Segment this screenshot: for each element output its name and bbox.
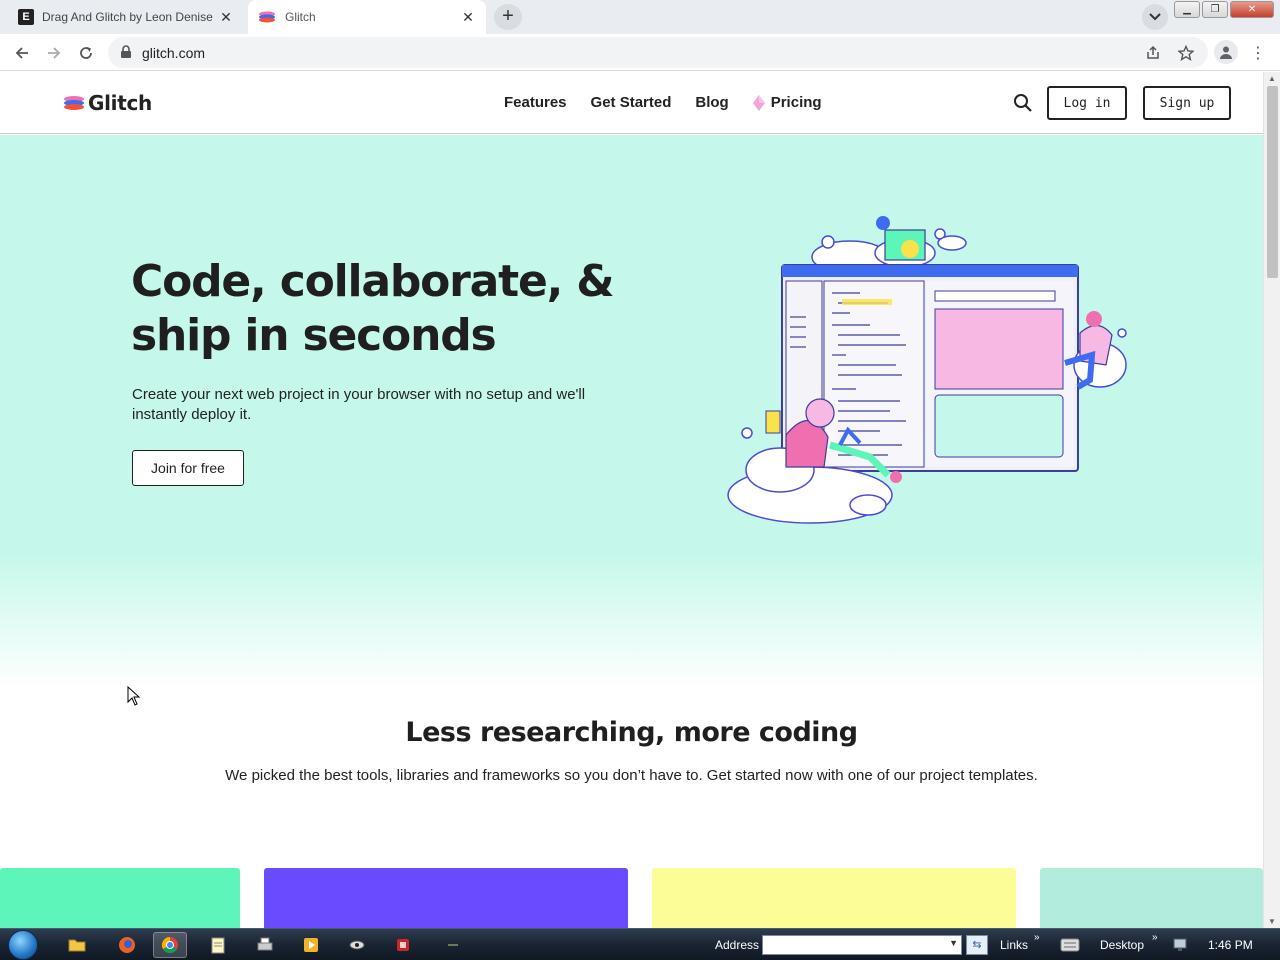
taskbar-app-red[interactable] [386,932,420,958]
nav-features[interactable]: Features [504,94,567,111]
back-button[interactable] [11,42,33,64]
browser-menu-button[interactable]: ⋮ [1250,43,1266,63]
bookmark-star-icon[interactable] [1178,45,1194,61]
taskbar-address-input[interactable]: ▼ [762,935,962,955]
hero-illustration [727,216,1127,524]
templates-section-subtitle: We picked the best tools, libraries and … [225,767,1038,784]
gem-icon [752,94,765,111]
taskbar-explorer[interactable] [60,932,94,958]
os-taskbar: Address ▼ ⇆ Links » Desktop » 1:46 PM [0,928,1280,960]
nav-pricing-label: Pricing [770,94,822,111]
red-app-icon [397,939,409,951]
taskbar-address-label: Address [715,938,760,952]
logo-text: Glitch [88,91,152,115]
main-nav: Features Get Started Blog Pricing [504,94,846,111]
hero-title: Code, collaborate, & ship in seconds [131,255,651,363]
small-app-icon [448,944,458,946]
printer-icon [257,937,273,951]
dropdown-arrow-icon[interactable]: ▼ [949,938,958,948]
tab-title: Glitch [285,10,316,24]
minimize-button[interactable]: ▁ [1174,1,1200,18]
browser-toolbar: glitch.com ⋮ [0,34,1280,71]
scroll-up-arrow-icon[interactable]: ▲ [1268,74,1276,83]
chevron-right-icon[interactable]: » [1034,932,1040,943]
share-icon[interactable] [1145,45,1161,61]
page-scrollbar[interactable]: ▲ ▼ [1263,72,1280,928]
notepad-icon [211,937,225,954]
tab-search-button[interactable] [1142,4,1168,30]
site-header: Glitch Features Get Started Blog Pricing… [0,72,1263,134]
mouse-cursor-icon [127,686,141,706]
signup-button[interactable]: Sign up [1143,86,1231,120]
hero-section: Code, collaborate, & ship in seconds Cre… [0,135,1263,690]
chevron-right-icon[interactable]: » [1152,932,1158,943]
hero-title-line1: Code, collaborate, & [131,256,615,307]
close-tab-icon[interactable]: ✕ [460,9,476,26]
eye-icon [349,940,365,950]
hero-subtitle: Create your next web project in your bro… [132,386,586,423]
glitch-favicon-icon [259,11,275,23]
browser-tab-strip: E Drag And Glitch by Leon Denise ✕ Glitc… [0,0,1280,34]
reload-button[interactable] [75,42,97,64]
reload-icon [80,47,92,59]
new-tab-button[interactable]: + [494,4,522,30]
firefox-icon [119,937,135,953]
login-button[interactable]: Log in [1047,86,1127,120]
taskbar-links-label[interactable]: Links [1000,938,1028,952]
template-card[interactable] [1040,868,1263,928]
taskbar-clock[interactable]: 1:46 PM [1208,938,1253,952]
lock-icon[interactable] [120,45,132,59]
arrow-right-icon [48,47,61,59]
template-card[interactable] [264,868,628,928]
tab-title: Drag And Glitch by Leon Denise [42,10,213,24]
address-bar[interactable]: glitch.com [108,37,1208,68]
close-window-button[interactable]: ✕ [1230,1,1274,18]
start-button[interactable] [8,930,38,960]
nav-pricing[interactable]: Pricing [752,94,822,111]
nav-get-started[interactable]: Get Started [591,94,672,111]
taskbar-go-button[interactable]: ⇆ [966,935,988,955]
window-controls: ▁ ❐ ✕ [1174,1,1274,18]
glitch-logo-icon [64,96,84,110]
scrollbar-thumb[interactable] [1267,86,1278,278]
taskbar-media[interactable] [294,932,328,958]
page-viewport: Glitch Features Get Started Blog Pricing… [0,72,1280,928]
browser-tab-active[interactable]: Glitch ✕ [248,0,486,34]
chevron-down-icon [1149,13,1161,21]
network-icon[interactable] [1172,937,1190,953]
restore-button[interactable]: ❐ [1202,1,1228,18]
taskbar-chrome[interactable] [153,932,187,958]
hero-title-line2: ship in seconds [131,310,497,361]
taskbar-app-small[interactable] [436,932,470,958]
template-card[interactable] [652,868,1016,928]
join-for-free-button[interactable]: Join for free [132,450,244,486]
glitch-logo[interactable]: Glitch [63,91,152,115]
taskbar-notepad[interactable] [201,932,235,958]
scroll-down-arrow-icon[interactable]: ▼ [1268,917,1276,926]
keyboard-icon[interactable] [1060,938,1080,952]
nav-blog[interactable]: Blog [695,94,728,111]
close-tab-icon[interactable]: ✕ [218,9,234,26]
chrome-icon [161,936,178,954]
template-card[interactable] [0,868,240,928]
media-player-icon [304,938,318,952]
url-text[interactable]: glitch.com [142,45,205,61]
taskbar-app-eye[interactable] [340,932,374,958]
folder-icon [68,939,86,952]
tab-favicon-icon: E [18,9,34,25]
taskbar-firefox[interactable] [110,932,144,958]
search-icon[interactable] [1013,93,1033,113]
profile-button[interactable] [1214,40,1238,64]
templates-section-title: Less researching, more coding [405,717,858,748]
forward-button[interactable] [43,42,65,64]
taskbar-desktop-label[interactable]: Desktop [1100,938,1144,952]
user-avatar-icon [1220,46,1232,59]
taskbar-printer[interactable] [248,932,282,958]
browser-tab[interactable]: E Drag And Glitch by Leon Denise ✕ [8,0,244,34]
arrow-left-icon [15,47,28,59]
